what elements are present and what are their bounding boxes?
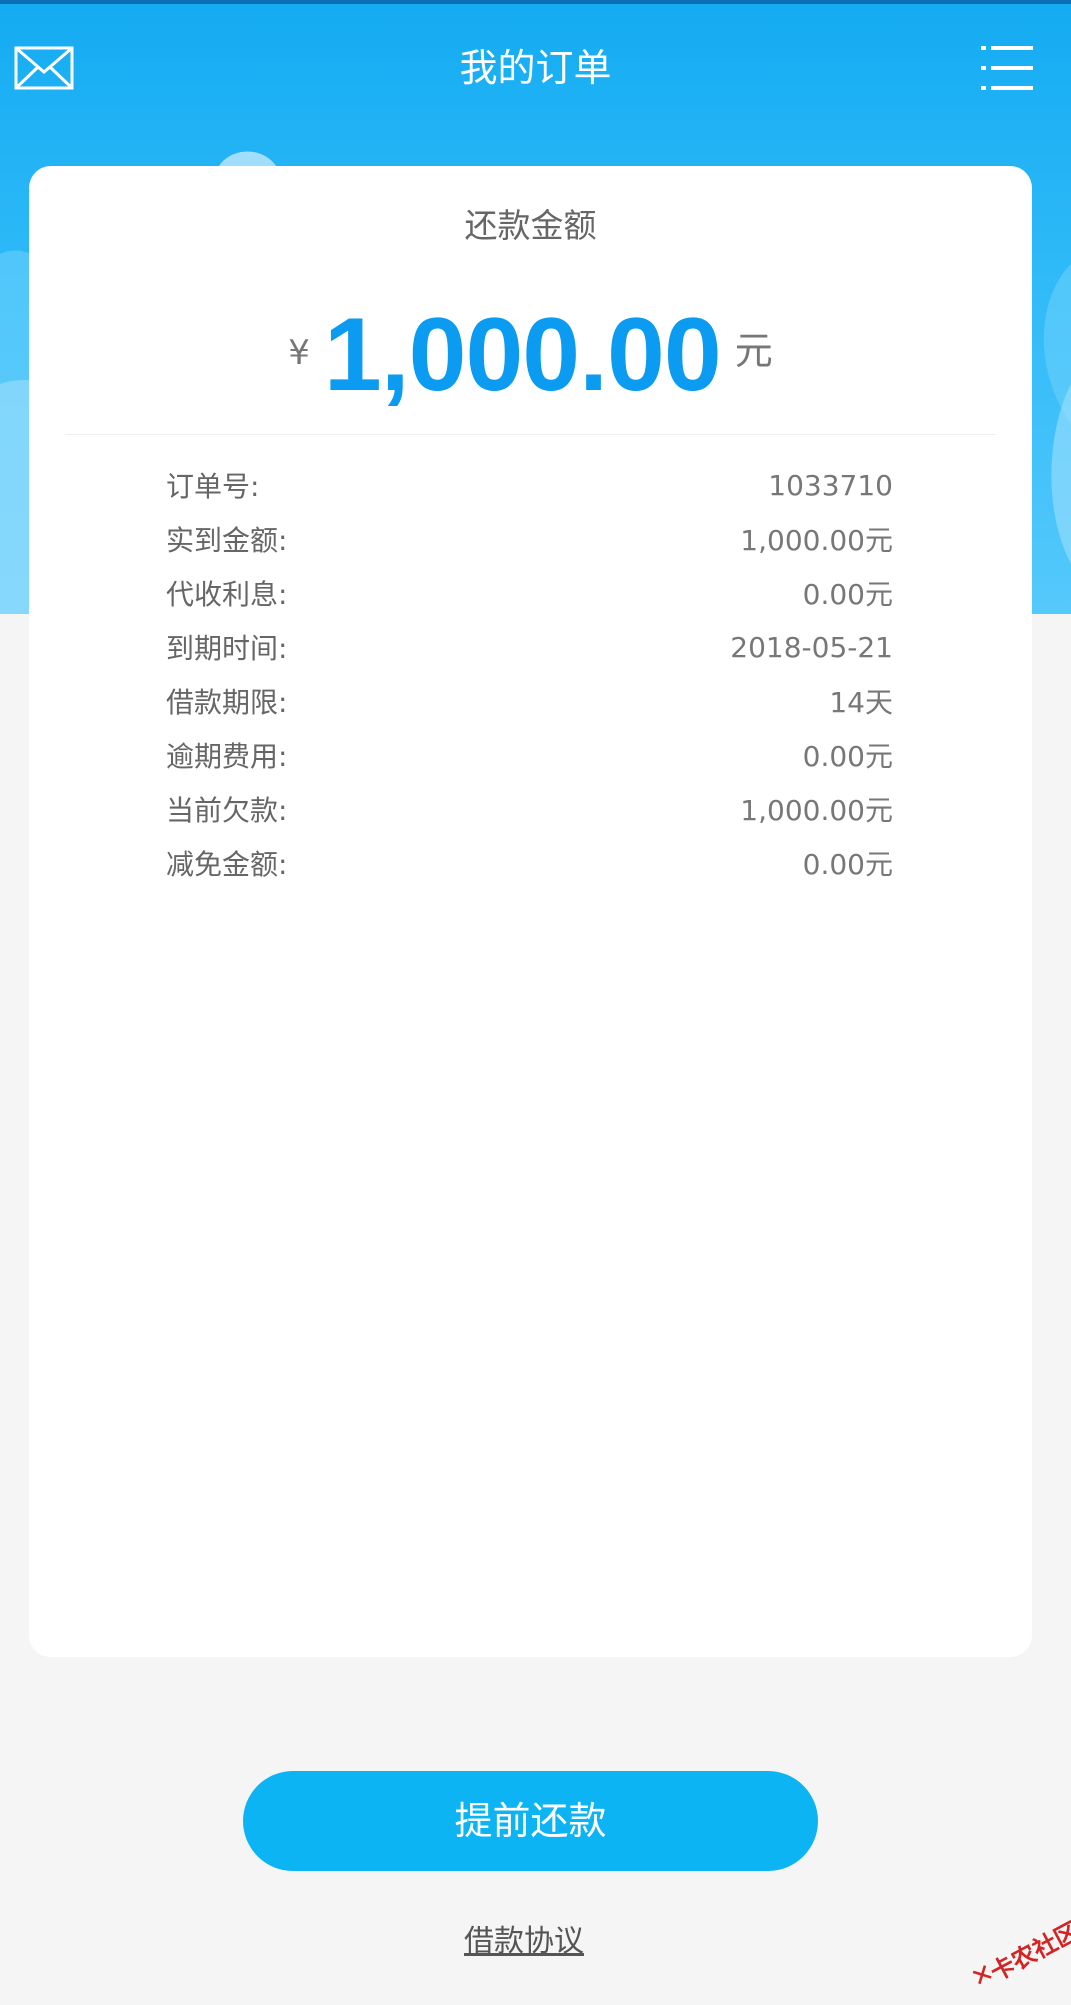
- detail-value: 1,000.00元: [740, 524, 893, 557]
- detail-value: 1,000.00元: [740, 794, 893, 827]
- amount-value: 1,000.00: [323, 297, 722, 413]
- detail-label: 逾期费用:: [166, 740, 288, 773]
- menu-button[interactable]: [981, 42, 1033, 94]
- detail-row-loan-term: 借款期限: 14天: [166, 674, 893, 728]
- page-title: 我的订单: [459, 46, 612, 90]
- detail-label: 借款期限:: [166, 686, 288, 719]
- detail-label: 减免金额:: [166, 848, 288, 881]
- detail-row-current-debt: 当前欠款: 1,000.00元: [166, 782, 893, 836]
- detail-value: 0.00元: [802, 740, 893, 773]
- detail-value: 0.00元: [802, 848, 893, 881]
- detail-label: 实到金额:: [166, 524, 288, 557]
- menu-list-icon: [981, 46, 1033, 90]
- detail-row-interest: 代收利息: 0.00元: [166, 566, 893, 620]
- detail-value: 14天: [829, 686, 893, 719]
- loan-agreement-link[interactable]: 借款协议: [0, 1922, 1048, 1962]
- detail-label: 代收利息:: [166, 578, 288, 611]
- detail-label: 当前欠款:: [166, 794, 288, 827]
- detail-label: 到期时间:: [166, 632, 288, 665]
- currency-symbol: ¥: [288, 333, 310, 373]
- order-card: 还款金额 ¥ 1,000.00 元 订单号: 1033710 实到金额: 1,0…: [29, 166, 1032, 1657]
- detail-value: 1033710: [768, 468, 893, 502]
- detail-row-received-amount: 实到金额: 1,000.00元: [166, 512, 893, 566]
- detail-row-order-number: 订单号: 1033710: [166, 458, 893, 512]
- detail-value: 0.00元: [802, 578, 893, 611]
- divider: [65, 434, 996, 435]
- repay-amount: ¥ 1,000.00 元: [29, 296, 1032, 413]
- detail-row-overdue-fee: 逾期费用: 0.00元: [166, 728, 893, 782]
- early-repay-button[interactable]: 提前还款: [243, 1771, 818, 1871]
- detail-label: 订单号:: [166, 470, 260, 503]
- amount-unit: 元: [734, 329, 773, 373]
- repay-amount-label: 还款金额: [464, 206, 597, 245]
- watermark-logo: ✕ 卡农社区: [958, 1905, 1071, 2005]
- app-header: 我的订单: [0, 4, 1071, 130]
- detail-row-waived-amount: 减免金额: 0.00元: [166, 836, 893, 890]
- order-details: 订单号: 1033710 实到金额: 1,000.00元 代收利息: 0.00元…: [166, 458, 893, 890]
- detail-row-due-date: 到期时间: 2018-05-21: [166, 620, 893, 674]
- detail-value: 2018-05-21: [730, 630, 893, 664]
